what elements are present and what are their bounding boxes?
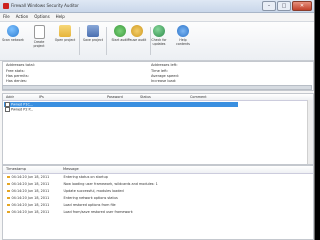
stat-label: Addresses left: — [151, 63, 178, 67]
warning-icon — [7, 182, 10, 186]
pause-audit-button[interactable]: Pause audit — [126, 25, 148, 43]
log-entry: 04:14:20 Jun 18, 2011 Entering network op… — [7, 196, 118, 200]
stat-label: Increase load: — [151, 79, 177, 83]
window-title: Firewall Windows Security Auditor — [11, 3, 79, 8]
help-icon — [177, 25, 189, 37]
save-project-button[interactable]: Save project — [82, 25, 104, 43]
table-row[interactable]: Pwned P2 P... — [4, 107, 238, 112]
help-contents-button[interactable]: Help contents — [172, 25, 194, 47]
save-icon — [87, 25, 99, 37]
warning-icon — [7, 175, 10, 179]
warning-icon — [7, 203, 10, 207]
column-header[interactable]: Status — [140, 95, 151, 99]
menu-action[interactable]: Action — [16, 13, 29, 21]
menu-bar: File Action Options Help — [0, 13, 314, 21]
update-globe-icon — [153, 25, 165, 37]
play-icon — [114, 25, 126, 37]
stat-label: Average speed: — [151, 74, 179, 78]
column-header[interactable]: IPs — [39, 95, 44, 99]
column-header[interactable]: Timestamp — [6, 167, 26, 171]
folder-open-icon — [59, 25, 71, 37]
title-bar: Firewall Windows Security Auditor – □ ✕ — [0, 0, 314, 13]
table-scrollbar[interactable] — [307, 100, 313, 164]
globe-icon — [7, 25, 19, 37]
column-header[interactable]: Comment — [190, 95, 207, 99]
log-entry: 04:14:20 Jun 18, 2011 Load restored optio… — [7, 203, 116, 207]
menu-file[interactable]: File — [3, 13, 10, 21]
toolbar: Scan network Create project Open project… — [0, 21, 314, 61]
progress-bar — [2, 85, 312, 90]
pause-icon — [131, 25, 143, 37]
scan-network-button[interactable]: Scan network — [2, 25, 24, 43]
toolbar-separator — [106, 27, 107, 55]
app-window: Firewall Windows Security Auditor – □ ✕ … — [0, 0, 315, 240]
warning-icon — [7, 196, 10, 200]
log-entry: 04:14:20 Jun 18, 2011 Now loading user fr… — [7, 182, 158, 186]
menu-options[interactable]: Options — [34, 13, 49, 21]
targets-table: Addr IPs Password Status Comment Pwned P… — [2, 93, 314, 165]
stat-label: Has denies: — [6, 79, 27, 83]
column-header[interactable]: Message — [63, 167, 79, 171]
table-header: Addr IPs Password Status Comment — [3, 94, 313, 101]
stat-label: Free stats: — [6, 69, 25, 73]
app-logo-icon — [3, 3, 9, 9]
new-document-icon — [33, 25, 45, 39]
open-project-button[interactable]: Open project — [54, 25, 76, 43]
menu-help[interactable]: Help — [56, 13, 65, 21]
stat-label: Addresses total: — [6, 63, 35, 67]
column-header[interactable]: Password — [107, 95, 123, 99]
log-entry: 04:14:20 Jun 18, 2011 Update successful, … — [7, 189, 124, 193]
log-panel: Timestamp Message 04:14:20 Jun 18, 2011 E… — [2, 165, 314, 240]
warning-icon — [7, 189, 10, 193]
warning-icon — [7, 210, 10, 214]
check-updates-button[interactable]: Check for updates — [148, 25, 170, 47]
create-project-button[interactable]: Create project — [28, 25, 50, 49]
toolbar-separator — [79, 27, 80, 55]
column-header[interactable]: Addr — [6, 95, 14, 99]
log-header: Timestamp Message — [3, 166, 313, 174]
maximize-button[interactable]: □ — [277, 1, 291, 11]
log-entry: 04:14:20 Jun 18, 2011 Entering status on … — [7, 175, 108, 179]
minimize-button[interactable]: – — [262, 1, 276, 11]
row-checkbox[interactable] — [5, 107, 10, 112]
stat-label: Has permits: — [6, 74, 29, 78]
log-entry: 04:14:20 Jun 18, 2011 Load from/save rest… — [7, 210, 133, 214]
close-button[interactable]: ✕ — [292, 1, 312, 11]
stat-label: Time left: — [151, 69, 168, 73]
